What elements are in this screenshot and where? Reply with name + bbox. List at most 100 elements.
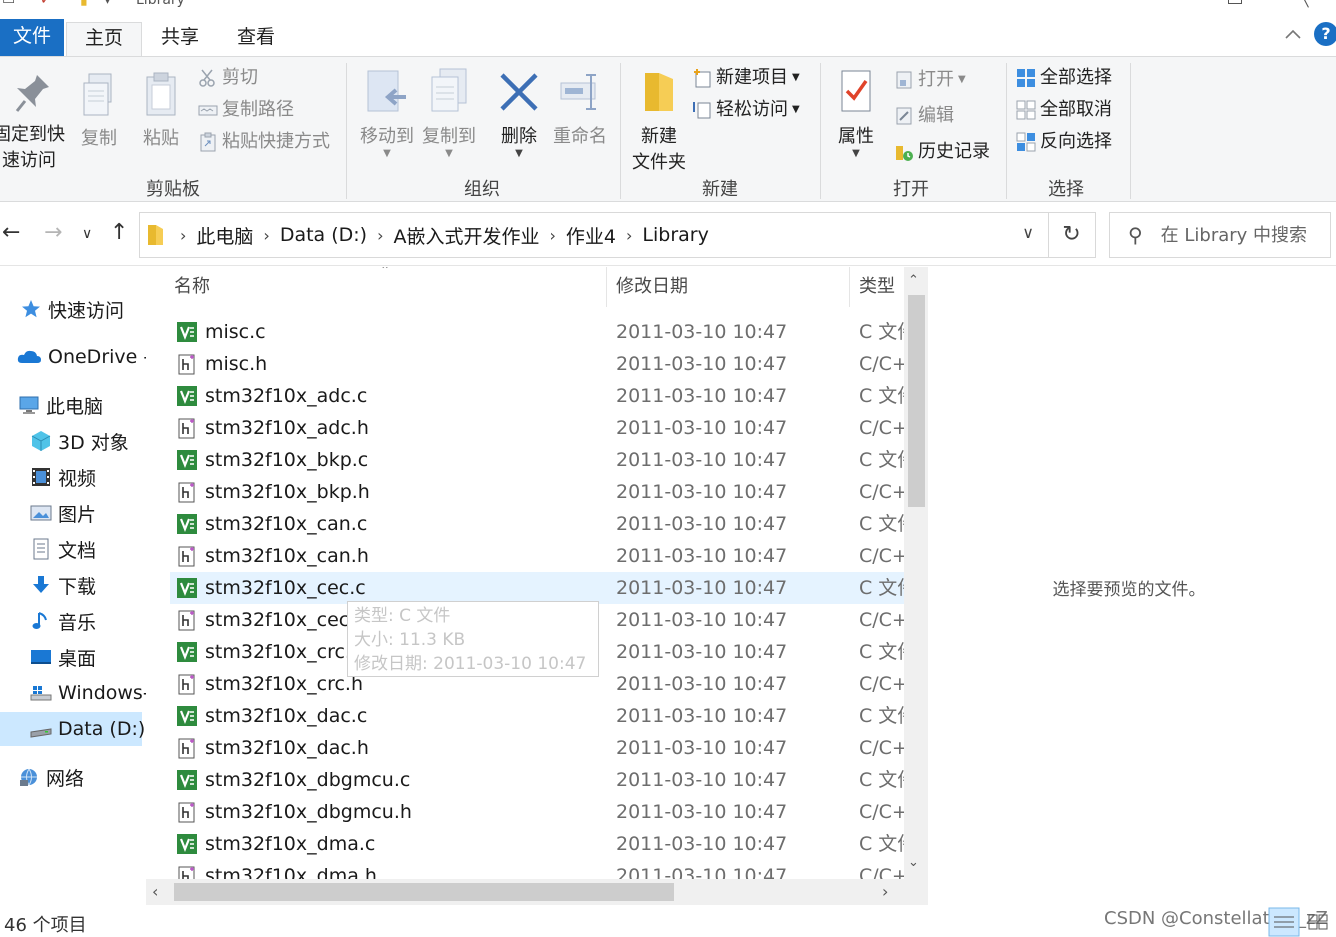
search-box[interactable]: ⚲ bbox=[1109, 212, 1331, 258]
column-header-name[interactable]: 名称 bbox=[174, 267, 210, 307]
file-row[interactable]: stm32f10x_dac.c 2011-03-10 10:47 C 文件 bbox=[170, 700, 904, 732]
copy-path-button[interactable]: 复制路径 bbox=[198, 95, 294, 125]
vertical-scroll-thumb[interactable] bbox=[908, 295, 925, 507]
file-type: C/C++ bbox=[859, 865, 904, 879]
file-row[interactable]: stm32f10x_dac.h 2011-03-10 10:47 C/C++ bbox=[170, 732, 904, 764]
column-divider[interactable] bbox=[606, 267, 607, 307]
large-icons-view-icon[interactable] bbox=[1302, 907, 1334, 937]
nav-downloads[interactable]: 下载 bbox=[0, 568, 146, 602]
file-row[interactable]: stm32f10x_adc.c 2011-03-10 10:47 C 文件 bbox=[170, 380, 904, 412]
file-type: C 文件 bbox=[859, 705, 904, 727]
nav-this-pc[interactable]: 此电脑 bbox=[0, 388, 146, 422]
tab-file[interactable]: 文件 bbox=[0, 19, 64, 56]
breadcrumb-this-pc[interactable]: 此电脑 bbox=[196, 222, 253, 249]
rename-button[interactable]: 重命名 bbox=[550, 67, 610, 148]
properties-button[interactable]: 属性 ▼ bbox=[828, 67, 884, 159]
copy-to-button[interactable]: 复制到 ▼ bbox=[416, 67, 482, 159]
file-modified-date: 2011-03-10 10:47 bbox=[616, 417, 788, 439]
edit-button[interactable]: 编辑 bbox=[894, 101, 954, 131]
history-button[interactable]: 历史记录 bbox=[894, 137, 990, 167]
delete-button[interactable]: 删除 ▼ bbox=[494, 67, 544, 159]
file-row[interactable]: stm32f10x_cec.c 2011-03-10 10:47 C 文件 bbox=[170, 572, 904, 604]
invert-selection-button[interactable]: 反向选择 bbox=[1016, 127, 1112, 157]
refresh-icon[interactable]: ↻ bbox=[1048, 212, 1096, 258]
breadcrumb-separator-icon[interactable]: › bbox=[263, 226, 269, 245]
select-all-button[interactable]: 全部选择 bbox=[1016, 63, 1112, 93]
breadcrumb-data-drive[interactable]: Data (D:) bbox=[280, 224, 367, 246]
breadcrumb-library[interactable]: Library bbox=[642, 224, 708, 246]
tab-home[interactable]: 主页 bbox=[66, 22, 142, 56]
nav-desktop[interactable]: 桌面 bbox=[0, 640, 146, 674]
status-bar: 46 个项目 CSDN @Constellation_zZ bbox=[0, 907, 1336, 937]
tab-share[interactable]: 共享 bbox=[144, 22, 216, 56]
column-header-date[interactable]: 修改日期 bbox=[616, 267, 688, 307]
file-row[interactable]: stm32f10x_can.c 2011-03-10 10:47 C 文件 bbox=[170, 508, 904, 540]
nav-quick-access[interactable]: 快速访问 bbox=[0, 292, 146, 326]
address-bar[interactable]: › 此电脑 › Data (D:) › A嵌入式开发作业 › 作业4 › Lib… bbox=[139, 212, 1049, 258]
vertical-scrollbar[interactable]: ⌃ ⌄ bbox=[904, 267, 928, 879]
collapse-ribbon-icon[interactable] bbox=[1284, 26, 1302, 44]
file-row[interactable]: stm32f10x_adc.h 2011-03-10 10:47 C/C++ bbox=[170, 412, 904, 444]
column-header-type[interactable]: 类型 bbox=[859, 267, 895, 307]
quick-access-icon[interactable]: ▭ bbox=[2, 0, 15, 8]
file-row[interactable]: stm32f10x_dma.c 2011-03-10 10:47 C 文件 bbox=[170, 828, 904, 860]
breadcrumb-separator-icon[interactable]: › bbox=[377, 226, 383, 245]
copy-button[interactable]: 复制 bbox=[72, 71, 126, 150]
close-icon[interactable]: ╲ bbox=[1300, 0, 1308, 8]
pin-to-quick-access-button[interactable]: 固定到快 速访问 bbox=[0, 71, 66, 172]
scroll-down-icon[interactable]: ⌄ bbox=[908, 855, 919, 870]
nav-network[interactable]: 网络 bbox=[0, 760, 146, 794]
nav-3d-objects[interactable]: 3D 对象 bbox=[0, 424, 146, 458]
scroll-right-icon[interactable]: › bbox=[882, 882, 888, 901]
file-row[interactable]: stm32f10x_dbgmcu.c 2011-03-10 10:47 C 文件 bbox=[170, 764, 904, 796]
file-row[interactable]: misc.c 2011-03-10 10:47 C 文件 bbox=[170, 316, 904, 348]
breadcrumb-separator-icon[interactable]: › bbox=[550, 226, 556, 245]
nav-onedrive[interactable]: OneDrive - bbox=[0, 340, 146, 374]
file-row[interactable]: stm32f10x_bkp.h 2011-03-10 10:47 C/C++ bbox=[170, 476, 904, 508]
select-none-button[interactable]: 全部取消 bbox=[1016, 95, 1112, 125]
c-header-file-icon bbox=[178, 546, 195, 567]
cut-button[interactable]: 剪切 bbox=[198, 63, 258, 93]
file-row[interactable]: stm32f10x_bkp.c 2011-03-10 10:47 C 文件 bbox=[170, 444, 904, 476]
file-row[interactable]: stm32f10x_can.h 2011-03-10 10:47 C/C++ bbox=[170, 540, 904, 572]
easy-access-button[interactable]: 轻松访问 ▼ bbox=[692, 95, 800, 125]
paste-shortcut-button[interactable]: 粘贴快捷方式 bbox=[198, 127, 330, 157]
file-row[interactable]: stm32f10x_dma.h 2011-03-10 10:47 C/C++ bbox=[170, 860, 904, 879]
address-dropdown-chevron-icon[interactable]: ∨ bbox=[1022, 223, 1034, 242]
properties-quick-icon[interactable]: ✓ bbox=[40, 0, 52, 8]
horizontal-scroll-thumb[interactable] bbox=[174, 883, 674, 901]
nav-documents[interactable]: 文档 bbox=[0, 532, 146, 566]
up-arrow-icon[interactable]: ↑ bbox=[110, 220, 128, 245]
nav-videos[interactable]: 视频 bbox=[0, 460, 146, 494]
file-row[interactable]: stm32f10x_dbgmcu.h 2011-03-10 10:47 C/C++ bbox=[170, 796, 904, 828]
search-input[interactable] bbox=[1160, 224, 1321, 246]
customize-quick-access-icon[interactable]: ▾ bbox=[104, 0, 111, 8]
forward-arrow-icon[interactable]: → bbox=[44, 220, 62, 245]
help-icon[interactable]: ? bbox=[1314, 22, 1336, 46]
tab-view[interactable]: 查看 bbox=[220, 22, 292, 56]
nav-windows-drive[interactable]: Windows- bbox=[0, 676, 146, 710]
nav-data-drive[interactable]: Data (D:) bbox=[0, 712, 145, 746]
file-row[interactable]: misc.h 2011-03-10 10:47 C/C++ bbox=[170, 348, 904, 380]
recent-locations-chevron-icon[interactable]: ∨ bbox=[82, 226, 92, 242]
column-divider[interactable] bbox=[849, 267, 850, 307]
nav-music[interactable]: 音乐 bbox=[0, 604, 146, 638]
open-button[interactable]: 打开 ▼ bbox=[894, 65, 966, 95]
details-view-icon[interactable] bbox=[1268, 907, 1300, 937]
back-arrow-icon[interactable]: ← bbox=[2, 220, 20, 245]
breadcrumb-homework4[interactable]: 作业4 bbox=[566, 222, 616, 249]
scroll-up-icon[interactable]: ⌃ bbox=[908, 273, 919, 288]
breadcrumb-embedded-homework[interactable]: A嵌入式开发作业 bbox=[394, 222, 540, 249]
new-folder-button[interactable]: 新建 文件夹 bbox=[626, 67, 692, 174]
horizontal-scrollbar[interactable]: ‹ › bbox=[146, 879, 904, 905]
nav-pictures[interactable]: 图片 bbox=[0, 496, 146, 530]
new-folder-quick-icon[interactable]: ▮ bbox=[80, 0, 88, 8]
breadcrumb-separator-icon[interactable]: › bbox=[180, 226, 186, 245]
scroll-left-icon[interactable]: ‹ bbox=[152, 882, 158, 901]
file-name: stm32f10x_bkp.h bbox=[205, 481, 370, 503]
maximize-icon[interactable] bbox=[1228, 0, 1242, 4]
move-to-button[interactable]: 移动到 ▼ bbox=[354, 67, 420, 159]
paste-button[interactable]: 粘贴 bbox=[132, 71, 190, 150]
new-item-button[interactable]: 新建项目 ▼ bbox=[692, 63, 800, 93]
breadcrumb-separator-icon[interactable]: › bbox=[626, 226, 632, 245]
